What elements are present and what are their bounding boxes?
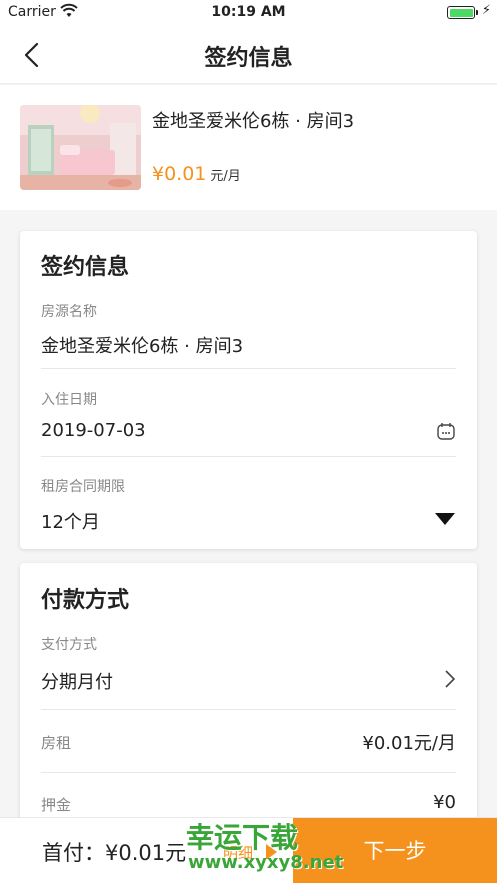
charging-icon: ⚡ xyxy=(481,3,491,18)
bottom-bar: 首付：¥0.01元 明细 下一步 xyxy=(0,817,497,883)
calendar-icon[interactable] xyxy=(436,421,456,441)
deposit-value: ¥0 xyxy=(433,792,456,813)
payment-title: 付款方式 xyxy=(41,588,130,613)
method-label: 支付方式 xyxy=(41,637,97,653)
lease-label: 租房合同期限 xyxy=(41,479,125,495)
page-title: 签约信息 xyxy=(204,46,293,71)
rent-label: 房租 xyxy=(41,734,72,752)
room-name: 金地圣爱米伦6栋 · 房间3 xyxy=(152,111,355,132)
room-photo xyxy=(20,105,141,190)
detail-arrow-icon[interactable] xyxy=(266,844,277,860)
payment-method-select[interactable]: 分期月付 xyxy=(41,668,113,694)
divider xyxy=(41,456,456,457)
listing-value: 金地圣爱米伦6栋 · 房间3 xyxy=(41,336,244,357)
nav-bar: 签约信息 xyxy=(0,24,497,84)
sign-info-card: 签约信息 房源名称 金地圣爱米伦6栋 · 房间3 入住日期 2019-07-03… xyxy=(20,231,477,549)
sign-info-title: 签约信息 xyxy=(41,255,130,280)
dropdown-triangle-icon[interactable] xyxy=(434,512,456,526)
listing-label: 房源名称 xyxy=(41,304,97,320)
checkin-label: 入住日期 xyxy=(41,392,97,408)
price-value: ¥0.01 xyxy=(152,163,207,185)
deposit-label: 押金 xyxy=(41,796,72,814)
price-unit: 元/月 xyxy=(210,169,241,184)
lease-term-select[interactable]: 12个月 xyxy=(41,508,100,534)
payment-card: 付款方式 支付方式 分期月付 房租 ¥0.01元/月 押金 ¥0 xyxy=(20,563,477,833)
battery-cap xyxy=(476,10,478,15)
room-summary: 金地圣爱米伦6栋 · 房间3 ¥0.01 元/月 xyxy=(0,85,497,210)
detail-link[interactable]: 明细 xyxy=(223,842,253,863)
clock: 10:19 AM xyxy=(211,4,286,20)
rent-value: ¥0.01元/月 xyxy=(362,733,456,754)
divider xyxy=(41,772,456,773)
chevron-right-icon[interactable] xyxy=(444,669,456,689)
divider xyxy=(41,368,456,369)
checkin-date-field[interactable]: 2019-07-03 xyxy=(41,420,146,441)
divider xyxy=(41,709,456,710)
next-step-button[interactable]: 下一步 xyxy=(293,818,497,883)
status-bar: Carrier 10:19 AM ⚡ xyxy=(0,0,497,24)
first-payment-amount: 首付：¥0.01元 xyxy=(42,841,187,865)
room-price: ¥0.01 元/月 xyxy=(152,163,241,185)
battery-icon xyxy=(447,6,475,19)
